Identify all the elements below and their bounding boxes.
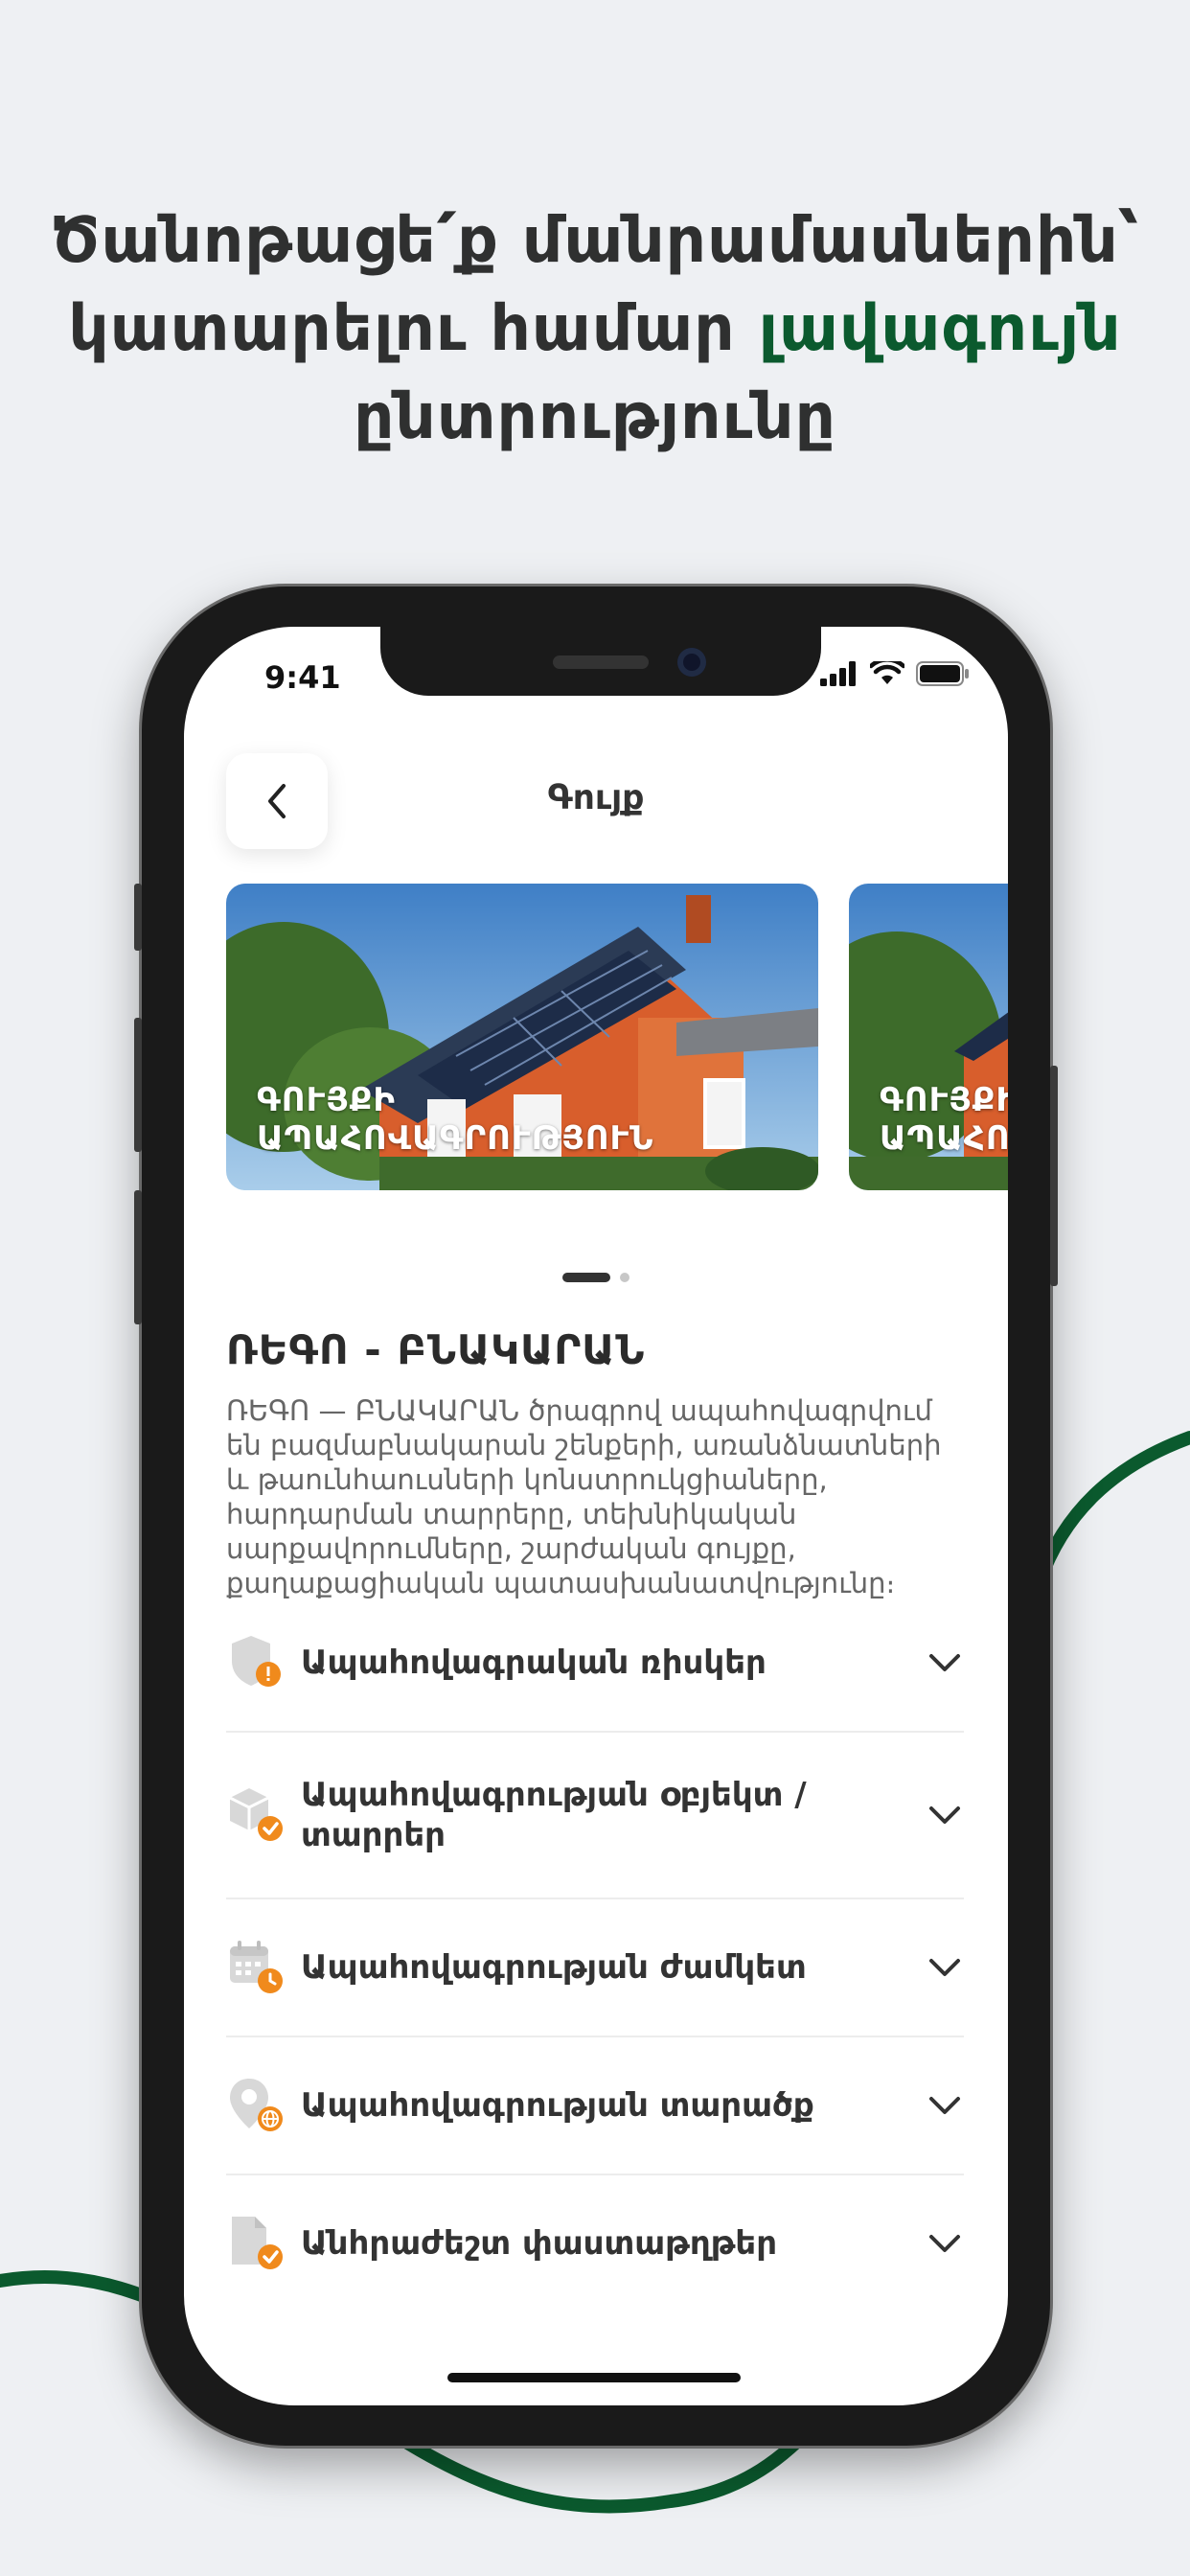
page-title: Գույք — [547, 778, 645, 817]
volume-down-button — [134, 1190, 142, 1324]
status-time: 9:41 — [264, 659, 341, 696]
banner-caption: ԳՈՒՅՔԻ ԱՊԱՀՈՎԱԳՐՈՒԹՅՈՒՆ — [257, 1081, 653, 1158]
pagination-dot-active[interactable] — [562, 1273, 610, 1282]
banner-caption-line-1: ԳՈՒՅՔԻ — [257, 1081, 396, 1119]
box-check-icon — [226, 1784, 287, 1846]
home-indicator[interactable] — [447, 2373, 741, 2382]
headline-line-3: ընտրությունը — [354, 380, 836, 453]
wifi-icon — [870, 661, 904, 684]
pagination-dot[interactable] — [620, 1273, 629, 1282]
power-button — [1050, 1066, 1058, 1286]
accordion-item-period[interactable]: Ապահովագրության ժամկետ — [226, 1899, 964, 2037]
notch — [380, 627, 821, 696]
accordion-label: Ապահովագրության ժամկետ — [301, 1948, 807, 1987]
headline-line-2-text: կատարելու համար — [68, 291, 759, 365]
accordion-label: Անհրաժեշտ փաստաթղթեր — [301, 2224, 778, 2263]
document-check-icon — [226, 2213, 287, 2274]
headline-line-2: կատարելու համար լավագույն — [0, 285, 1190, 373]
accordion-item-risks[interactable]: Ապահովագրական ռիսկեր — [226, 1595, 964, 1733]
headline-accent: լավագույն — [758, 291, 1122, 365]
headline-line-1: Ծանոթացե՛ք մանրամասներին՝ — [50, 203, 1140, 277]
phone-frame: 9:41 Գույք ԳՈՒՅՔԻ ԱՊԱՀՈՎԱԳՐՈՒԹՅՈՒՆ ԳՈՒՅՔ… — [134, 586, 1058, 2446]
banner-caption: ԳՈՒՅՔԻ ԱՊԱՀՈ — [880, 1081, 1008, 1158]
chevron-down-icon — [926, 2234, 964, 2253]
shield-warning-icon — [226, 1632, 287, 1693]
banner-card[interactable]: ԳՈՒՅՔԻ ԱՊԱՀՈ — [849, 884, 1008, 1190]
volume-up-button — [134, 1018, 142, 1152]
carousel-pagination — [184, 1273, 1008, 1282]
location-globe-icon — [226, 2075, 287, 2136]
speaker — [553, 656, 649, 669]
headline: Ծանոթացե՛ք մանրամասներին՝ կատարելու համա… — [0, 196, 1190, 461]
camera — [677, 648, 706, 677]
banner-caption-line-2: ԱՊԱՀՈ — [880, 1119, 1008, 1158]
accordion-label: Ապահովագրական ռիսկեր — [301, 1644, 767, 1682]
mute-switch — [134, 884, 142, 951]
calendar-clock-icon — [226, 1937, 287, 1998]
banner-caption-line-2: ԱՊԱՀՈՎԱԳՐՈՒԹՅՈՒՆ — [257, 1119, 654, 1158]
accordion-item-documents[interactable]: Անհրաժեշտ փաստաթղթեր — [226, 2175, 964, 2312]
chevron-down-icon — [926, 1958, 964, 1977]
section-title: ՌԵԳՈ - ԲՆԱԿԱՐԱՆ — [226, 1326, 646, 1373]
accordion-item-territory[interactable]: Ապահովագրության տարածք — [226, 2037, 964, 2175]
accordion-label: Ապահովագրության օբյեկտ / տարրեր — [301, 1776, 807, 1854]
signal-icon — [820, 661, 856, 686]
chevron-down-icon — [926, 1806, 964, 1825]
accordion-label: Ապահովագրության տարածք — [301, 2086, 814, 2125]
banner-card[interactable]: ԳՈՒՅՔԻ ԱՊԱՀՈՎԱԳՐՈՒԹՅՈՒՆ — [226, 884, 818, 1190]
banner-caption-line-1: ԳՈՒՅՔԻ — [880, 1081, 1008, 1119]
chevron-down-icon — [926, 1653, 964, 1672]
section-description: ՌԵԳՈ — ԲՆԱԿԱՐԱՆ ծրագրով ապահովագրվում են… — [226, 1394, 942, 1599]
chevron-down-icon — [926, 2096, 964, 2115]
phone-screen: 9:41 Գույք ԳՈՒՅՔԻ ԱՊԱՀՈՎԱԳՐՈՒԹՅՈՒՆ ԳՈՒՅՔ… — [184, 627, 1008, 2405]
status-icons — [820, 661, 970, 686]
battery-icon — [916, 661, 969, 686]
accordion-list: Ապահովագրական ռիսկեր Ապահովագրության օբյ… — [226, 1595, 964, 2312]
accordion-item-objects[interactable]: Ապահովագրության օբյեկտ / տարրեր — [226, 1733, 964, 1899]
